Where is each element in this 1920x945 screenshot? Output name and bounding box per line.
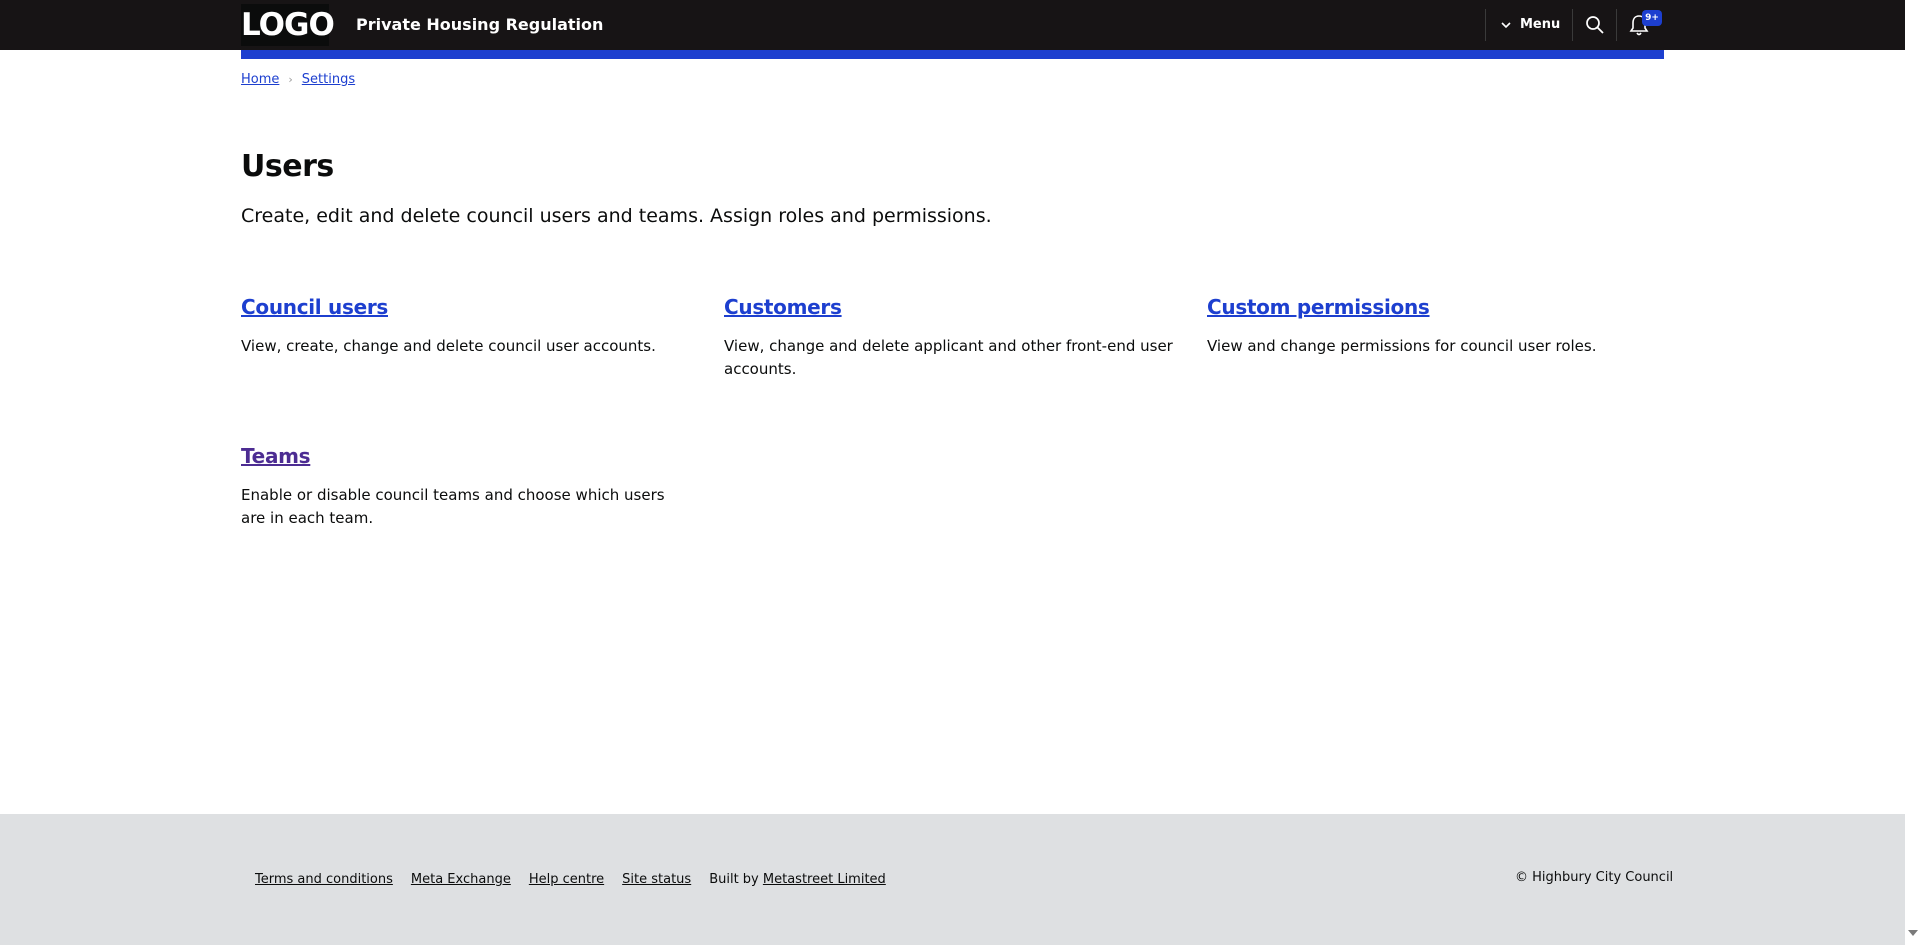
- chevron-right-icon: ›: [288, 73, 293, 86]
- card-council-users: Council users View, create, change and d…: [241, 293, 691, 358]
- header-divider: [1485, 9, 1486, 41]
- built-by-label: Built by: [709, 872, 759, 887]
- card-description: View, change and delete applicant and ot…: [724, 337, 1173, 378]
- search-icon[interactable]: [1584, 14, 1606, 36]
- card-customers: Customers View, change and delete applic…: [724, 293, 1174, 381]
- menu-button[interactable]: Menu: [1500, 12, 1560, 38]
- scroll-down-arrow-icon[interactable]: [1908, 930, 1918, 936]
- card-teams: Teams Enable or disable council teams an…: [241, 442, 691, 530]
- teams-link[interactable]: Teams: [241, 442, 691, 470]
- breadcrumb-settings-link[interactable]: Settings: [302, 72, 355, 87]
- header-divider: [1572, 9, 1573, 41]
- copyright-text: © Highbury City Council: [1515, 870, 1674, 885]
- breadcrumb-home-link[interactable]: Home: [241, 72, 279, 87]
- page: LOGO Private Housing Regulation Menu 9+ …: [0, 0, 1905, 945]
- footer-link-meta-exchange[interactable]: Meta Exchange: [411, 872, 511, 887]
- menu-label: Menu: [1520, 17, 1561, 32]
- footer-link-site-status[interactable]: Site status: [622, 872, 691, 887]
- card-description: Enable or disable council teams and choo…: [241, 486, 665, 527]
- logo[interactable]: LOGO: [241, 4, 335, 46]
- card-custom-permissions: Custom permissions View and change permi…: [1207, 293, 1657, 358]
- notification-badge: 9+: [1642, 10, 1662, 26]
- card-description: View and change permissions for council …: [1207, 337, 1597, 355]
- built-by: Built by Metastreet Limited: [709, 872, 886, 887]
- footer-link-terms[interactable]: Terms and conditions: [255, 872, 393, 887]
- site-header: LOGO Private Housing Regulation Menu 9+: [0, 0, 1905, 50]
- page-lead: Create, edit and delete council users an…: [241, 205, 992, 227]
- card-description: View, create, change and delete council …: [241, 337, 656, 355]
- header-divider: [1616, 9, 1617, 41]
- customers-link[interactable]: Customers: [724, 293, 1174, 321]
- breadcrumb: Home › Settings: [241, 72, 355, 87]
- page-title: Users: [241, 149, 334, 184]
- chevron-down-icon: [1501, 22, 1511, 29]
- accent-bar: [241, 50, 1664, 59]
- footer-link-help-centre[interactable]: Help centre: [529, 872, 604, 887]
- footer-link-metastreet[interactable]: Metastreet Limited: [763, 872, 886, 887]
- vertical-scrollbar[interactable]: [1905, 0, 1920, 945]
- council-users-link[interactable]: Council users: [241, 293, 691, 321]
- footer-links: Terms and conditions Meta Exchange Help …: [255, 872, 886, 887]
- custom-permissions-link[interactable]: Custom permissions: [1207, 293, 1657, 321]
- service-name-link[interactable]: Private Housing Regulation: [356, 14, 603, 36]
- site-footer: Terms and conditions Meta Exchange Help …: [0, 814, 1905, 945]
